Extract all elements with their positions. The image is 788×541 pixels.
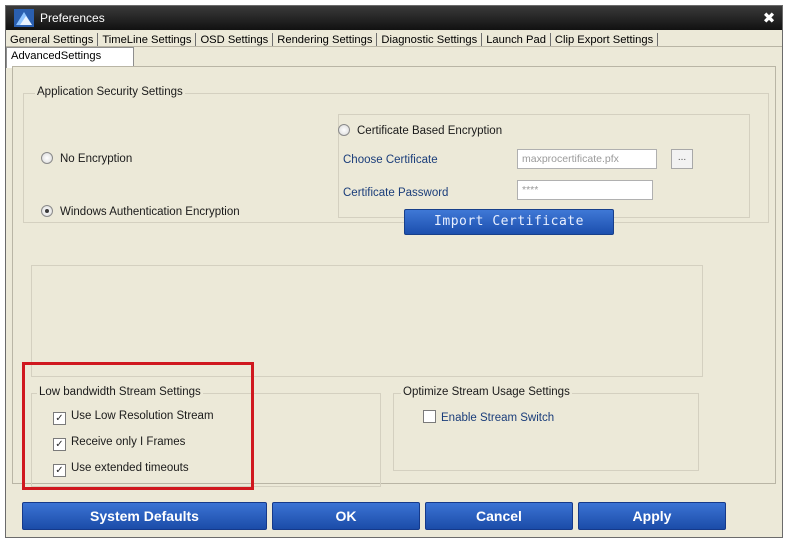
apply-button[interactable]: Apply xyxy=(578,502,726,530)
cancel-button[interactable]: Cancel xyxy=(425,502,573,530)
tab-advanced-settings[interactable]: AdvancedSettings xyxy=(6,47,134,68)
ok-button[interactable]: OK xyxy=(272,502,420,530)
system-defaults-button[interactable]: System Defaults xyxy=(22,502,267,530)
settings-tab-strip-row2: AdvancedSettings xyxy=(6,47,782,68)
tab-general-settings[interactable]: General Settings xyxy=(6,33,99,46)
annotation-highlight-box xyxy=(22,362,254,490)
window-title: Preferences xyxy=(40,11,105,25)
certificate-encryption-radio[interactable]: Certificate Based Encryption xyxy=(338,124,502,137)
tab-launch-pad[interactable]: Launch Pad xyxy=(482,33,551,46)
radio-button[interactable] xyxy=(338,124,350,136)
optimize-stream-group-title: Optimize Stream Usage Settings xyxy=(401,386,572,398)
security-group-title: Application Security Settings xyxy=(35,86,185,98)
import-certificate-button[interactable]: Import Certificate xyxy=(404,209,614,235)
dialog-button-bar: System Defaults OK Cancel Apply xyxy=(12,492,776,534)
empty-settings-panel xyxy=(31,265,703,377)
no-encryption-label: No Encryption xyxy=(60,153,133,165)
tab-osd-settings[interactable]: OSD Settings xyxy=(196,33,274,46)
certificate-encryption-label: Certificate Based Encryption xyxy=(357,125,503,137)
radio-button-selected[interactable] xyxy=(41,205,53,217)
checkbox-empty[interactable] xyxy=(423,410,436,423)
windows-auth-radio[interactable]: Windows Authentication Encryption xyxy=(41,205,240,218)
certificate-password-input[interactable]: **** xyxy=(517,180,653,200)
preferences-app-icon xyxy=(14,9,34,27)
close-icon[interactable]: ✖ xyxy=(760,9,778,27)
no-encryption-radio[interactable]: No Encryption xyxy=(41,152,132,165)
title-bar[interactable]: Preferences ✖ xyxy=(6,6,782,30)
optimize-stream-group xyxy=(393,393,699,471)
enable-stream-switch-checkbox[interactable]: Enable Stream Switch xyxy=(423,410,554,424)
choose-certificate-label: Choose Certificate xyxy=(343,154,438,166)
tab-timeline-settings[interactable]: TimeLine Settings xyxy=(98,33,197,46)
certificate-file-input[interactable]: maxprocertificate.pfx xyxy=(517,149,657,169)
certificate-password-label: Certificate Password xyxy=(343,187,449,199)
settings-tab-strip: General Settings TimeLine Settings OSD Set… xyxy=(6,30,782,47)
tab-clip-export-settings[interactable]: Clip Export Settings xyxy=(551,33,659,46)
tab-diagnostic-settings[interactable]: Diagnostic Settings xyxy=(377,33,483,46)
tab-rendering-settings[interactable]: Rendering Settings xyxy=(273,33,378,46)
enable-stream-switch-label: Enable Stream Switch xyxy=(441,412,555,424)
browse-button[interactable]: ... xyxy=(671,149,693,169)
radio-button[interactable] xyxy=(41,152,53,164)
windows-auth-label: Windows Authentication Encryption xyxy=(60,206,240,218)
